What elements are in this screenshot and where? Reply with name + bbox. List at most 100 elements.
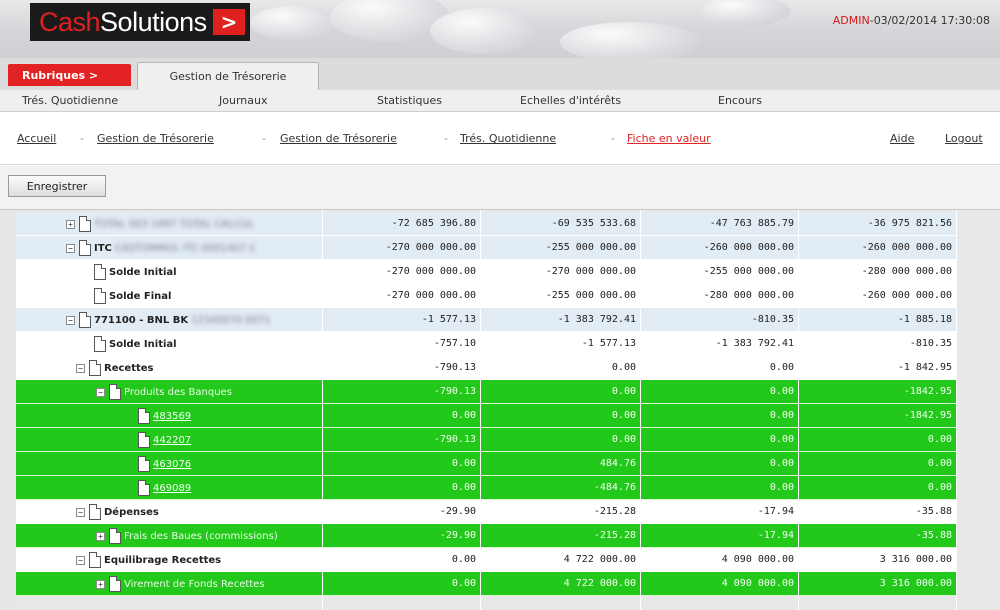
table-row[interactable]: 463076 0.00 484.76 0.00 0.00 xyxy=(16,452,956,476)
amount-cell: -790.13 xyxy=(433,362,476,373)
document-icon xyxy=(138,480,150,496)
document-icon xyxy=(109,528,121,544)
table-row[interactable]: + TOTAL 003 1897 TOTAL CALCUL -72 685 396.… xyxy=(16,212,956,236)
row-label-text: Frais des Baues (commissions) xyxy=(124,530,278,542)
document-icon xyxy=(79,240,91,256)
subnav-item-tresorerie-quotidienne[interactable]: Trés. Quotidienne xyxy=(22,94,118,107)
row-label-text: Solde Final xyxy=(109,290,172,302)
subnav-item-journaux[interactable]: Journaux xyxy=(219,94,267,107)
amount-cell: -810.35 xyxy=(909,338,952,349)
account-link[interactable]: 442207 xyxy=(153,435,191,446)
table-row[interactable]: − Equilibrage Recettes 0.00 4 722 000.00 4 0… xyxy=(16,548,956,572)
collapse-icon[interactable]: − xyxy=(76,507,85,517)
table-row[interactable]: − Dépenses -29.90 -215.28 -17.94 -35.88 xyxy=(16,500,956,524)
row-label-text: Recettes xyxy=(104,362,154,374)
user-info: ADMIN-03/02/2014 17:30:08 xyxy=(833,14,990,27)
session-datetime: -03/02/2014 17:30:08 xyxy=(869,14,990,27)
column-divider xyxy=(322,210,323,610)
table-row[interactable]: − Produits des Banques -790.13 0.00 0.00 -184… xyxy=(16,380,956,404)
amount-cell: -1842.95 xyxy=(903,386,952,397)
amount-cell: 4 722 000.00 xyxy=(563,578,636,589)
expand-icon[interactable]: + xyxy=(66,219,75,229)
row-label: − Recettes xyxy=(76,356,154,380)
amount-cell: -255 000 000.00 xyxy=(545,290,636,301)
tab-rubriques[interactable]: Rubriques > xyxy=(8,64,131,86)
document-icon xyxy=(138,456,150,472)
app-logo[interactable]: CashSolutions > xyxy=(30,3,250,41)
amount-cell: -35.88 xyxy=(915,506,952,517)
row-label-text: Dépenses xyxy=(104,506,159,518)
account-link[interactable]: 469089 xyxy=(153,483,191,494)
document-icon xyxy=(109,576,121,592)
document-icon xyxy=(109,384,121,400)
account-link[interactable]: 483569 xyxy=(153,411,191,422)
decorative-stone xyxy=(560,22,700,58)
expand-icon[interactable]: + xyxy=(96,531,105,541)
tab-gestion-tresorerie[interactable]: Gestion de Trésorerie xyxy=(137,62,319,90)
table-row[interactable]: Solde Initial -757.10 -1 577.13 -1 383 792.… xyxy=(16,332,956,356)
table-row[interactable]: − Recettes -790.13 0.00 0.00 -1 842.95 xyxy=(16,356,956,380)
help-link[interactable]: Aide xyxy=(890,132,914,145)
amount-cell: -757.10 xyxy=(433,338,476,349)
document-icon xyxy=(94,264,106,280)
table-row[interactable]: + Virement de Fonds Recettes 0.00 4 722 000… xyxy=(16,572,956,596)
table-row[interactable]: + Frais des Baues (commissions) -29.90 -215… xyxy=(16,524,956,548)
row-label: − Dépenses xyxy=(76,500,159,524)
logo-text-part: ash xyxy=(58,6,101,37)
amount-cell: -484.76 xyxy=(593,482,636,493)
row-label: − Produits des Banques xyxy=(96,380,232,404)
breadcrumb-gestion-tresorerie-2[interactable]: Gestion de Trésorerie xyxy=(280,132,397,145)
collapse-icon[interactable]: − xyxy=(66,315,75,325)
amount-cell: -280 000 000.00 xyxy=(703,290,794,301)
amount-cell: 0.00 xyxy=(927,458,952,469)
user-name[interactable]: ADMIN xyxy=(833,14,870,27)
collapse-icon[interactable]: − xyxy=(66,243,75,253)
logo-text-part: Solutions xyxy=(100,6,207,37)
save-button[interactable]: Enregistrer xyxy=(8,175,106,197)
account-link[interactable]: 463076 xyxy=(153,459,191,470)
column-divider xyxy=(640,210,641,610)
breadcrumb-accueil[interactable]: Accueil xyxy=(17,132,56,145)
subnav-item-encours[interactable]: Encours xyxy=(718,94,762,107)
row-label-text: Virement de Fonds Recettes xyxy=(124,578,265,590)
table-row[interactable]: 442207 -790.13 0.00 0.00 0.00 xyxy=(16,428,956,452)
amount-cell: 0.00 xyxy=(451,458,476,469)
table-row[interactable]: − ITC CASTOMMOL ITC 0001407 C -270 000 000.… xyxy=(16,236,956,260)
document-icon xyxy=(89,552,101,568)
table-row[interactable]: 483569 0.00 0.00 0.00 -1842.95 xyxy=(16,404,956,428)
table-row[interactable]: − 771100 - BNL BK 12345670 0071 -1 577.13 -1… xyxy=(16,308,956,332)
amount-cell: 0.00 xyxy=(451,482,476,493)
breadcrumb-tresorerie-quotidienne[interactable]: Trés. Quotidienne xyxy=(460,132,556,145)
table-row[interactable]: 469089 0.00 -484.76 0.00 0.00 xyxy=(16,476,956,500)
amount-cell: -790.13 xyxy=(433,434,476,445)
amount-cell: 0.00 xyxy=(769,458,794,469)
amount-cell: -1 842.95 xyxy=(897,362,952,373)
table-row[interactable]: Solde Final -270 000 000.00 -255 000 000.0… xyxy=(16,284,956,308)
amount-cell: -35.88 xyxy=(915,530,952,541)
row-label: Solde Initial xyxy=(90,332,177,356)
toolbar: Enregistrer xyxy=(0,166,1000,210)
amount-cell: 484.76 xyxy=(599,458,636,469)
breadcrumb-separator: - xyxy=(262,132,266,145)
row-label: − 771100 - BNL BK 12345670 0071 xyxy=(66,308,271,332)
document-icon xyxy=(89,360,101,376)
table-row[interactable]: Solde Initial -270 000 000.00 -270 000 000… xyxy=(16,260,956,284)
amount-cell: 0.00 xyxy=(769,482,794,493)
collapse-icon[interactable]: − xyxy=(96,387,105,397)
breadcrumb-current-fiche-en-valeur[interactable]: Fiche en valeur xyxy=(627,132,711,145)
amount-cell: -1 577.13 xyxy=(581,338,636,349)
amount-cell: -69 535 533.68 xyxy=(551,218,636,229)
collapse-icon[interactable]: − xyxy=(76,363,85,373)
breadcrumb-gestion-tresorerie[interactable]: Gestion de Trésorerie xyxy=(97,132,214,145)
subnav-item-echelles-interets[interactable]: Echelles d'intérêts xyxy=(520,94,621,107)
amount-cell: 0.00 xyxy=(611,362,636,373)
row-label-text: 771100 - BNL BK xyxy=(94,314,189,326)
amount-cell: -1 885.18 xyxy=(897,314,952,325)
expand-icon[interactable]: + xyxy=(96,579,105,589)
row-label-text: ITC xyxy=(94,242,112,254)
amount-cell: 0.00 xyxy=(611,386,636,397)
subnav-item-statistiques[interactable]: Statistiques xyxy=(377,94,442,107)
logout-link[interactable]: Logout xyxy=(945,132,983,145)
collapse-icon[interactable]: − xyxy=(76,555,85,565)
breadcrumb: Accueil - Gestion de Trésorerie - Gestio… xyxy=(0,113,1000,165)
